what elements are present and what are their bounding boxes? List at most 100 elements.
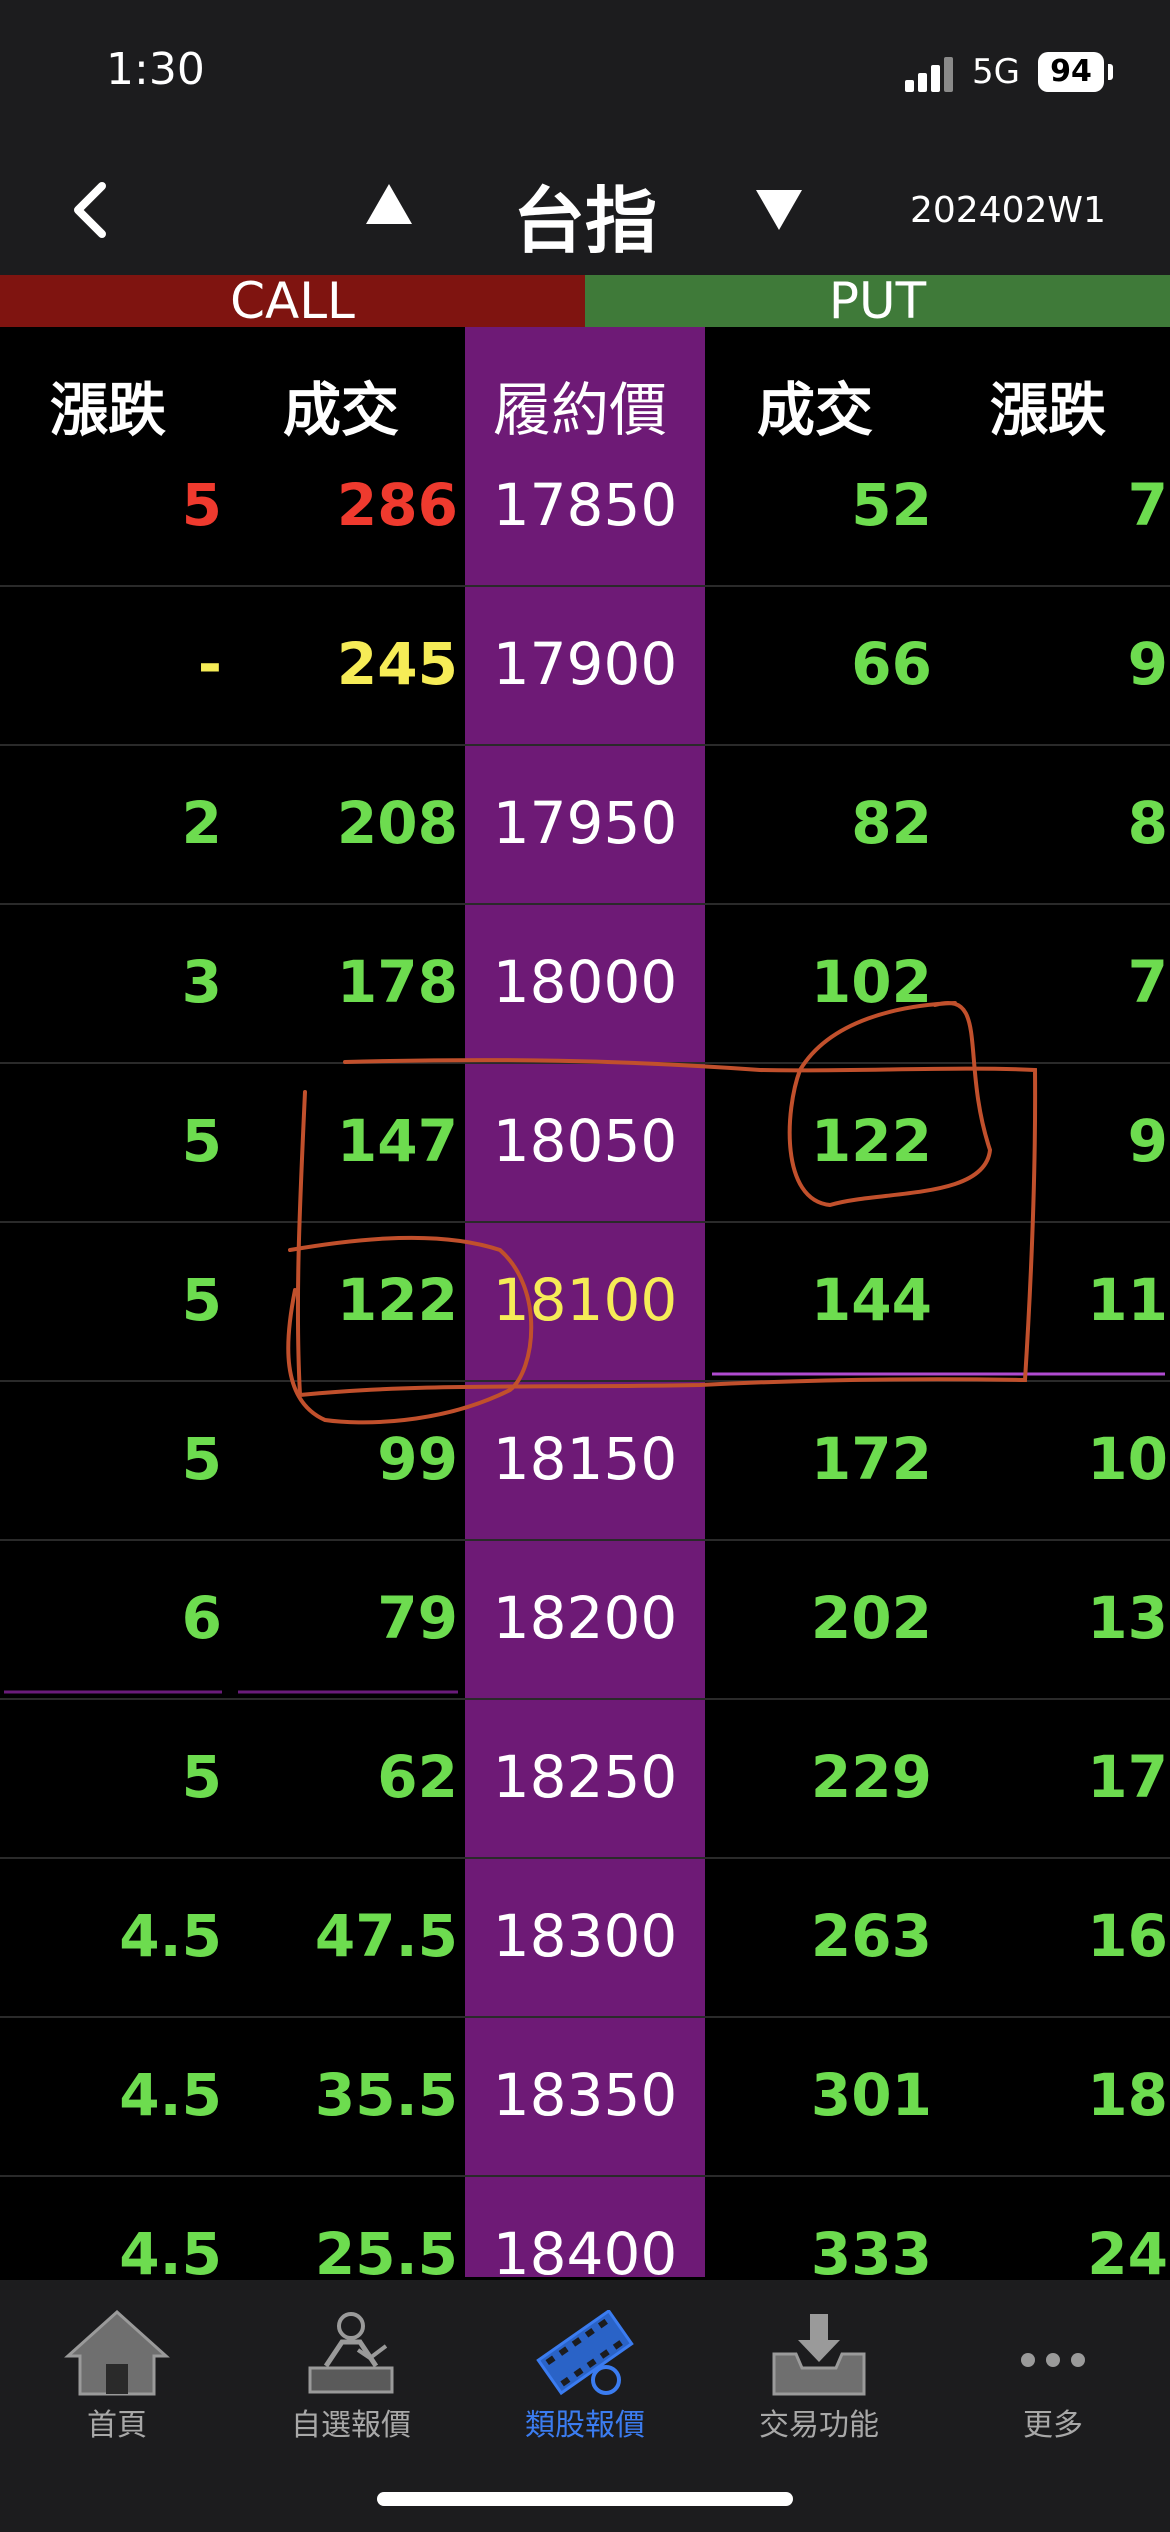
more-dots-icon bbox=[1021, 2353, 1085, 2367]
call-volume: 47.5 bbox=[314, 1902, 458, 1970]
call-volume: 208 bbox=[336, 789, 458, 857]
put-change: 8 bbox=[1127, 789, 1168, 857]
battery-icon: 94 bbox=[1038, 52, 1104, 92]
put-volume: 144 bbox=[810, 1266, 932, 1334]
home-icon bbox=[64, 2310, 170, 2396]
call-change: - bbox=[197, 630, 222, 698]
call-change: 4.5 bbox=[119, 1902, 222, 1970]
put-volume: 102 bbox=[810, 948, 932, 1016]
put-header: PUT bbox=[585, 275, 1170, 327]
put-change: 7 bbox=[1127, 948, 1168, 1016]
put-volume: 66 bbox=[851, 630, 932, 698]
table-row[interactable]: 2 208 17950 82 8 bbox=[0, 746, 1170, 905]
call-volume: 62 bbox=[377, 1743, 458, 1811]
put-change: 11 bbox=[1087, 1266, 1168, 1334]
call-change: 4.5 bbox=[119, 2061, 222, 2129]
put-change: 7 bbox=[1127, 471, 1168, 539]
call-volume: 147 bbox=[336, 1107, 458, 1175]
person-chart-icon bbox=[308, 2312, 394, 2394]
tab-label: 自選報價 bbox=[291, 2408, 411, 2443]
table-row[interactable]: 5 62 18250 229 17 bbox=[0, 1700, 1170, 1859]
call-volume: 178 bbox=[336, 948, 458, 1016]
table-row[interactable]: 5 147 18050 122 9 bbox=[0, 1064, 1170, 1223]
call-volume: 245 bbox=[336, 630, 458, 698]
put-volume: 52 bbox=[851, 471, 932, 539]
put-volume: 333 bbox=[810, 2220, 932, 2288]
status-bar: 1:30 5G 94 bbox=[0, 0, 1170, 140]
table-row[interactable]: 5 122 18100 144 11 bbox=[0, 1223, 1170, 1382]
tab-sector-quotes[interactable]: 類股報價 bbox=[468, 2300, 702, 2450]
page-title: 台指 bbox=[512, 179, 657, 263]
tab-trading[interactable]: 交易功能 bbox=[702, 2300, 936, 2450]
put-volume: 263 bbox=[810, 1902, 932, 1970]
put-volume: 172 bbox=[810, 1425, 932, 1493]
table-row[interactable]: 6 79 18200 202 13 bbox=[0, 1541, 1170, 1700]
strike-price: 18300 bbox=[492, 1902, 678, 1970]
put-volume: 122 bbox=[810, 1107, 932, 1175]
call-change: 5 bbox=[181, 471, 222, 539]
strike-price: 18250 bbox=[492, 1743, 678, 1811]
table-row[interactable]: 3 178 18000 102 7 bbox=[0, 905, 1170, 1064]
strike-price: 18000 bbox=[492, 948, 678, 1016]
put-change: 17 bbox=[1087, 1743, 1168, 1811]
table-row[interactable]: 5 99 18150 172 10 bbox=[0, 1382, 1170, 1541]
strike-price-atm: 18100 bbox=[492, 1266, 678, 1334]
call-change: 4.5 bbox=[119, 2220, 222, 2288]
strike-price: 18350 bbox=[492, 2061, 678, 2129]
put-change: 9 bbox=[1127, 630, 1168, 698]
put-change: 10 bbox=[1087, 1425, 1168, 1493]
home-indicator[interactable] bbox=[377, 2492, 793, 2506]
call-volume: 122 bbox=[336, 1266, 458, 1334]
strike-price: 18150 bbox=[492, 1425, 678, 1493]
back-icon[interactable] bbox=[62, 180, 122, 240]
call-volume: 99 bbox=[377, 1425, 458, 1493]
strike-price: 17950 bbox=[492, 789, 678, 857]
call-change: 3 bbox=[181, 948, 222, 1016]
put-volume: 301 bbox=[810, 2061, 932, 2129]
tab-home[interactable]: 首頁 bbox=[0, 2300, 234, 2450]
strike-price: 18200 bbox=[492, 1584, 678, 1652]
tab-more[interactable]: 更多 bbox=[936, 2300, 1170, 2450]
call-volume: 35.5 bbox=[314, 2061, 458, 2129]
call-change: 6 bbox=[181, 1584, 222, 1652]
put-volume: 229 bbox=[810, 1743, 932, 1811]
put-change: 16 bbox=[1087, 1902, 1168, 1970]
tab-label: 更多 bbox=[1023, 2408, 1083, 2443]
put-change: 18 bbox=[1087, 2061, 1168, 2129]
call-volume: 79 bbox=[377, 1584, 458, 1652]
nav-bar: 台指 202402W1 bbox=[0, 140, 1170, 275]
call-volume: 25.5 bbox=[314, 2220, 458, 2288]
table-row[interactable]: 5 286 17850 52 7 bbox=[0, 428, 1170, 587]
tab-label: 首頁 bbox=[87, 2408, 147, 2443]
strike-price: 17900 bbox=[492, 630, 678, 698]
next-down-icon[interactable] bbox=[752, 186, 806, 234]
strike-price: 18050 bbox=[492, 1107, 678, 1175]
battery-tip bbox=[1108, 64, 1113, 80]
call-change: 5 bbox=[181, 1425, 222, 1493]
call-change: 2 bbox=[181, 789, 222, 857]
week-code[interactable]: 202402W1 bbox=[910, 190, 1106, 231]
tab-label: 類股報價 bbox=[525, 2408, 645, 2443]
put-change: 13 bbox=[1087, 1584, 1168, 1652]
call-header: CALL bbox=[0, 275, 585, 327]
put-volume: 82 bbox=[851, 789, 932, 857]
table-row[interactable]: 4.5 47.5 18300 263 16 bbox=[0, 1859, 1170, 2018]
status-time: 1:30 bbox=[106, 44, 205, 95]
strike-price: 17850 bbox=[492, 471, 678, 539]
strike-price: 18400 bbox=[492, 2220, 678, 2288]
call-change: 5 bbox=[181, 1743, 222, 1811]
tab-label: 交易功能 bbox=[759, 2408, 879, 2443]
put-change: 24 bbox=[1087, 2220, 1168, 2288]
put-volume: 202 bbox=[810, 1584, 932, 1652]
table-row[interactable]: - 245 17900 66 9 bbox=[0, 587, 1170, 746]
call-change: 5 bbox=[181, 1266, 222, 1334]
tab-watchlist[interactable]: 自選報價 bbox=[234, 2300, 468, 2450]
network-label: 5G bbox=[972, 52, 1020, 92]
tray-download-icon bbox=[772, 2314, 866, 2396]
put-change: 9 bbox=[1127, 1107, 1168, 1175]
previous-up-icon[interactable] bbox=[362, 180, 416, 228]
table-row[interactable]: 4.5 35.5 18350 301 18 bbox=[0, 2018, 1170, 2177]
signal-icon bbox=[905, 56, 957, 92]
film-coin-icon bbox=[536, 2310, 634, 2396]
call-volume: 286 bbox=[336, 471, 458, 539]
